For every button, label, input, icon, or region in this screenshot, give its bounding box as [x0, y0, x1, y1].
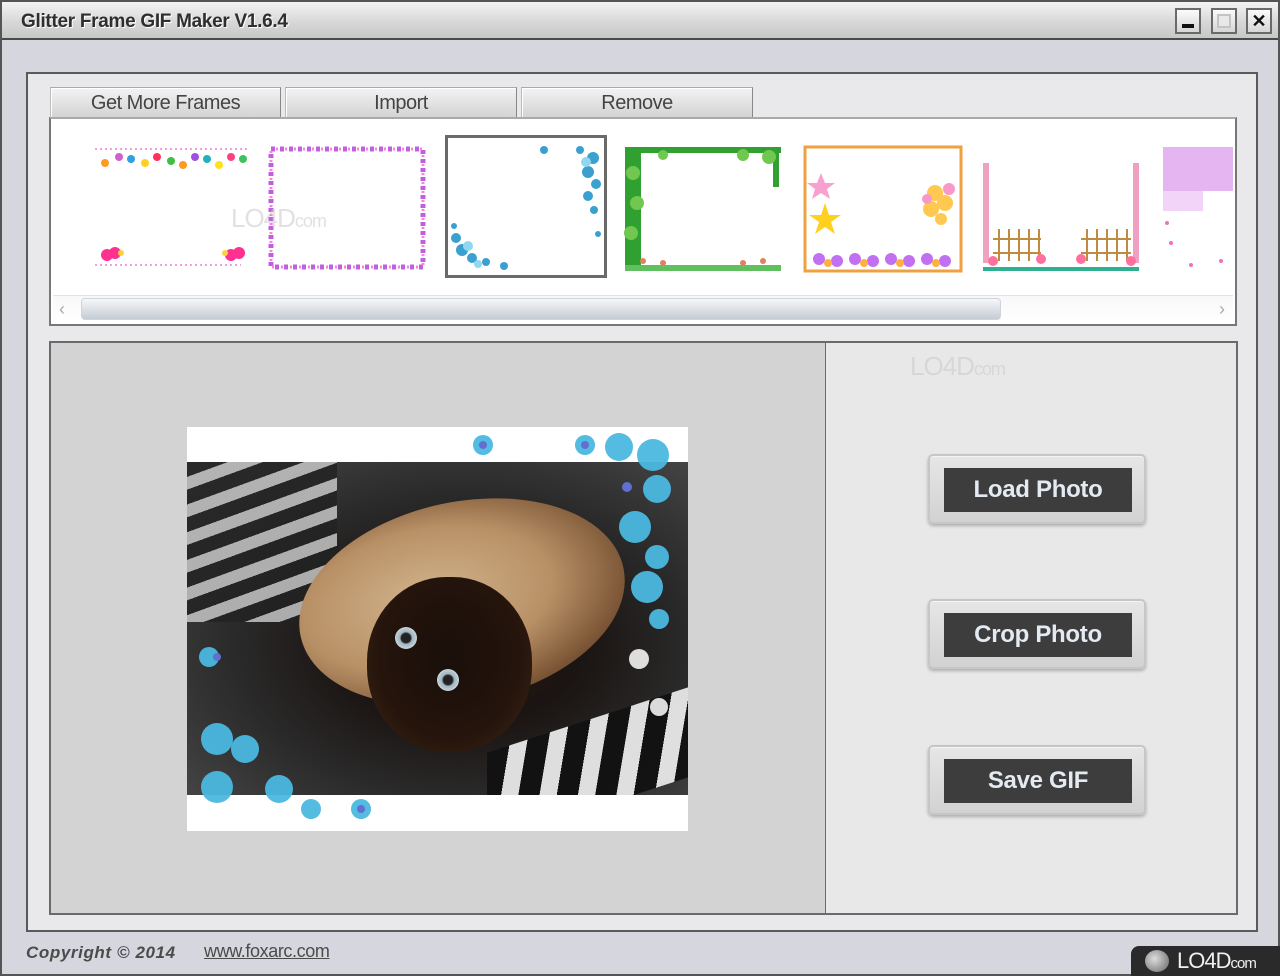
minimize-button[interactable] [1175, 8, 1201, 34]
photo-preview-area [49, 341, 826, 915]
blue-flowers-corner-frame-icon [451, 146, 601, 270]
frame-thumbnail[interactable] [91, 143, 251, 275]
lo4d-logo-icon [1145, 950, 1169, 972]
maximize-icon [1217, 14, 1231, 28]
garden-fence-frame-icon [983, 163, 1139, 271]
import-button[interactable]: Import [285, 87, 517, 119]
main-content: Get More Frames Import Remove LO4Dcom ‹ … [26, 72, 1258, 932]
load-photo-button[interactable]: Load Photo [928, 454, 1146, 524]
action-panel: LO4Dcom Load Photo Crop Photo Save GIF [826, 341, 1238, 915]
remove-button[interactable]: Remove [521, 87, 753, 119]
copyright-text: Copyright © 2014 [26, 943, 176, 962]
maximize-button[interactable] [1211, 8, 1237, 34]
frame-thumbnail[interactable] [1161, 143, 1237, 275]
frame-thumbnail[interactable] [981, 143, 1141, 275]
window-title: Glitter Frame GIF Maker V1.6.4 [21, 11, 288, 32]
get-more-frames-button[interactable]: Get More Frames [50, 87, 281, 119]
close-icon: ✕ [1251, 10, 1267, 31]
frames-horizontal-scrollbar[interactable]: ‹ › [53, 295, 1233, 322]
title-bar[interactable]: Glitter Frame GIF Maker V1.6.4 ✕ [2, 2, 1278, 40]
minimize-icon [1182, 24, 1194, 28]
stars-balloons-frame-icon [803, 145, 963, 273]
frame-thumbnail-selected[interactable] [445, 135, 607, 278]
save-gif-button[interactable]: Save GIF [928, 745, 1146, 815]
framed-photo-preview [187, 427, 688, 831]
blue-flower-overlay-icon [199, 433, 671, 819]
load-photo-label: Load Photo [944, 468, 1132, 512]
close-button[interactable]: ✕ [1246, 8, 1272, 34]
crop-photo-button[interactable]: Crop Photo [928, 599, 1146, 669]
hanging-hearts-frame-icon [95, 148, 247, 266]
app-window: Glitter Frame GIF Maker V1.6.4 ✕ Get Mor… [0, 0, 1280, 976]
save-gif-label: Save GIF [944, 759, 1132, 803]
frame-thumbnail[interactable] [803, 143, 963, 275]
scrollbar-thumb[interactable] [81, 298, 1001, 320]
scroll-right-icon[interactable]: › [1219, 298, 1225, 320]
frame-thumbnail[interactable] [623, 143, 783, 275]
frames-gallery: LO4Dcom ‹ › [49, 117, 1237, 326]
green-vines-frame-icon [624, 147, 781, 271]
website-link[interactable]: www.foxarc.com [204, 941, 330, 962]
lo4d-watermark: LO4Dcom [910, 351, 1006, 381]
lo4d-badge: LO4Dcom [1131, 946, 1280, 976]
lo4d-watermark: LO4Dcom [231, 203, 327, 233]
scroll-left-icon[interactable]: ‹ [59, 298, 65, 320]
crop-photo-label: Crop Photo [944, 613, 1132, 657]
pink-sparkle-frame-icon [1163, 147, 1233, 267]
